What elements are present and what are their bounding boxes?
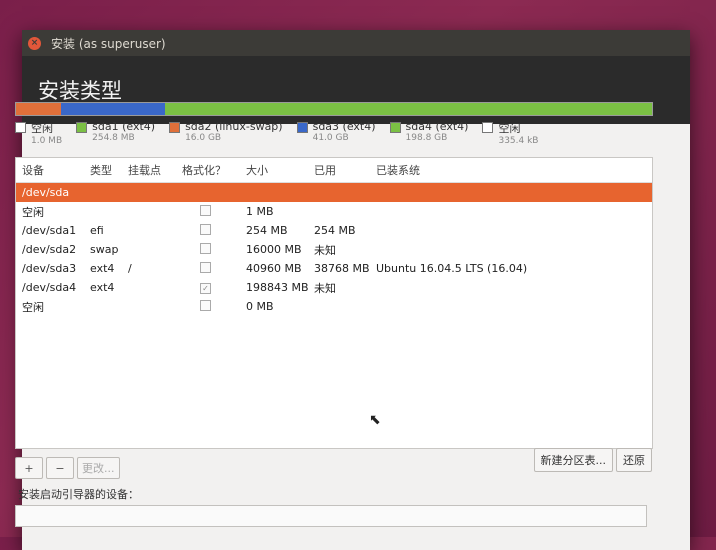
col-mount[interactable]: 挂载点	[122, 162, 176, 178]
disk-segment	[165, 103, 652, 115]
cell-mount: /	[128, 262, 132, 275]
col-used[interactable]: 已用	[308, 162, 370, 178]
col-installed-os[interactable]: 已装系统	[370, 162, 536, 178]
close-icon[interactable]: ×	[28, 36, 41, 50]
legend-size: 41.0 GB	[312, 133, 349, 143]
format-checkbox-cell[interactable]: ✓	[176, 281, 240, 294]
cell-type: efi	[90, 224, 104, 237]
format-checkbox[interactable]	[200, 242, 211, 254]
format-checkbox-cell[interactable]	[176, 261, 240, 276]
cell-device: /dev/sda1	[22, 224, 77, 237]
legend-label: sda2 (linux-swap)	[185, 120, 283, 133]
cell-size: 254 MB	[246, 224, 288, 237]
legend-swatch	[169, 122, 181, 133]
legend-item: sda1 (ext4) 254.8 MB	[76, 120, 155, 146]
cell-type: swap	[90, 243, 119, 256]
bootloader-device-select[interactable]	[15, 505, 647, 527]
cell-device: /dev/sda3	[22, 262, 77, 275]
disk-usage-bar	[15, 102, 653, 116]
col-format[interactable]: 格式化？	[176, 162, 240, 178]
cell-os: Ubuntu 16.04.5 LTS (16.04)	[376, 262, 528, 275]
col-device[interactable]: 设备	[16, 162, 84, 178]
format-checkbox[interactable]	[200, 299, 211, 311]
partition-table[interactable]: 设备 类型 挂载点 格式化？ 大小 已用 已装系统 /dev/sda 空闲 1 M…	[15, 157, 653, 449]
cell-used: 38768 MB	[314, 262, 370, 275]
cell-used: 未知	[314, 243, 336, 257]
legend-size: 1.0 MB	[31, 136, 63, 146]
revert-button[interactable]: 还原	[616, 448, 652, 472]
legend-swatch	[15, 122, 26, 133]
col-type[interactable]: 类型	[84, 162, 122, 178]
mouse-pointer-icon: ⬉	[369, 412, 381, 428]
legend-item: sda3 (ext4) 41.0 GB	[296, 120, 376, 146]
page-title: 安装类型	[38, 79, 122, 103]
legend-label: sda1 (ext4)	[92, 120, 156, 133]
add-partition-button[interactable]: +	[15, 457, 43, 479]
disk-segment	[16, 103, 61, 115]
cell-size: 1 MB	[246, 205, 274, 218]
table-header: 设备 类型 挂载点 格式化？ 大小 已用 已装系统	[16, 158, 652, 183]
new-partition-table-button[interactable]: 新建分区表...	[533, 448, 613, 472]
legend-size: 16.0 GB	[185, 133, 222, 143]
format-checkbox[interactable]: ✓	[200, 283, 211, 294]
disk-label: /dev/sda	[22, 186, 70, 199]
format-checkbox-cell[interactable]	[176, 223, 240, 238]
table-row-disk[interactable]: /dev/sda	[16, 183, 652, 202]
cell-device: /dev/sda2	[22, 243, 77, 256]
legend-size: 198.8 GB	[405, 133, 448, 143]
legend-label: 空闲	[498, 122, 521, 135]
legend-size: 335.4 kB	[498, 136, 539, 146]
legend-swatch	[76, 122, 88, 133]
legend-item: sda4 (ext4) 198.8 GB	[389, 120, 469, 146]
table-row[interactable]: 空闲 0 MB	[16, 297, 652, 316]
cell-type: ext4	[90, 281, 115, 294]
legend-item: sda2 (linux-swap) 16.0 GB	[169, 120, 283, 146]
legend-item: 空闲 335.4 kB	[482, 120, 538, 146]
table-row[interactable]: /dev/sda4 ext4 ✓ 198843 MB 未知	[16, 278, 652, 297]
col-size[interactable]: 大小	[240, 162, 308, 178]
legend-swatch	[389, 122, 401, 133]
partition-legend: 空闲 1.0 MB sda1 (ext4) 254.8 MB sda2 (linux-s…	[15, 120, 665, 146]
table-row[interactable]: /dev/sda2 swap 16000 MB 未知	[16, 240, 652, 259]
cell-device: 空闲	[22, 300, 44, 314]
disk-segment	[60, 103, 166, 115]
cell-used: 未知	[314, 281, 336, 295]
cell-size: 0 MB	[246, 300, 274, 313]
legend-size: 254.8 MB	[92, 133, 135, 143]
legend-item: 空闲 1.0 MB	[15, 120, 62, 146]
table-row[interactable]: /dev/sda3 ext4 / 40960 MB 38768 MB Ubuntu 16.…	[16, 259, 652, 278]
legend-label: 空闲	[31, 122, 53, 135]
format-checkbox-cell[interactable]	[176, 204, 240, 219]
cell-type: ext4	[90, 262, 115, 275]
cell-device: /dev/sda4	[22, 281, 77, 294]
legend-label: sda4 (ext4)	[405, 120, 469, 133]
legend-swatch	[296, 122, 308, 133]
cell-size: 40960 MB	[246, 262, 302, 275]
legend-label: sda3 (ext4)	[312, 120, 376, 133]
title-bar: × 安装 (as superuser)	[22, 30, 690, 56]
change-partition-button[interactable]: 更改...	[77, 457, 120, 479]
format-checkbox[interactable]	[200, 223, 211, 235]
format-checkbox-cell[interactable]	[176, 299, 240, 314]
partition-toolbar: + − 更改... 新建分区表... 还原	[15, 448, 655, 480]
cell-used: 254 MB	[314, 224, 356, 237]
window-title: 安装 (as superuser)	[51, 36, 166, 51]
table-row[interactable]: /dev/sda1 efi 254 MB 254 MB	[16, 221, 652, 240]
cell-size: 198843 MB	[246, 281, 309, 294]
toolbar-right: 新建分区表... 还原	[533, 448, 656, 472]
table-row[interactable]: 空闲 1 MB	[16, 202, 652, 221]
cell-device: 空闲	[22, 205, 44, 219]
format-checkbox-cell[interactable]	[176, 242, 240, 257]
remove-partition-button[interactable]: −	[46, 457, 74, 479]
format-checkbox[interactable]	[200, 204, 211, 216]
bootloader-label: 安装启动引导器的设备：	[18, 488, 139, 501]
format-checkbox[interactable]	[200, 261, 211, 273]
cell-size: 16000 MB	[246, 243, 302, 256]
legend-swatch	[482, 122, 494, 133]
